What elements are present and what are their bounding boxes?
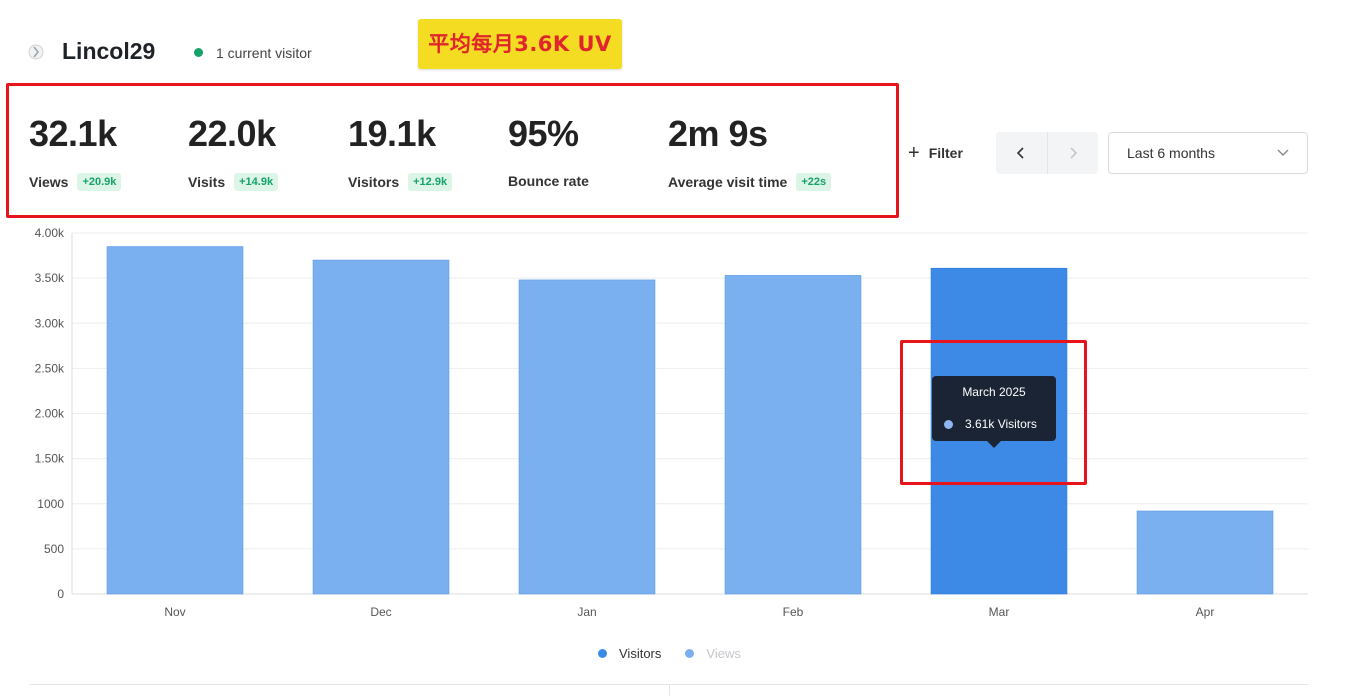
previous-period-button[interactable] [996, 132, 1048, 174]
stat-label: Visitors [348, 174, 400, 190]
stat-delta-badge: +14.9k [234, 173, 279, 191]
stat-delta-badge: +12.9k [408, 173, 453, 191]
live-indicator-icon [194, 48, 203, 57]
stat-value: 19.1k [348, 113, 436, 154]
stat-label: Bounce rate [508, 173, 589, 189]
bar-nov[interactable] [106, 246, 244, 595]
tooltip-swatch [944, 419, 953, 429]
stat-label: Average visit time [668, 174, 788, 190]
stat-value: 32.1k [29, 113, 117, 154]
stat-visitors[interactable]: 19.1k Visitors +12.9k [348, 113, 453, 191]
tooltip-arrow [987, 441, 1001, 448]
y-tick-label: 3.00k [35, 316, 65, 330]
stat-value: 95% [508, 113, 579, 154]
x-tick-label: Jan [577, 605, 596, 619]
legend-label: Visitors [619, 646, 662, 661]
plus-icon: + [908, 142, 920, 164]
date-range-select[interactable]: Last 6 months [1108, 132, 1308, 174]
current-visitors[interactable]: 1 current visitor [216, 45, 312, 61]
legend-item-views[interactable]: Views [685, 646, 741, 661]
stat-value: 2m 9s [668, 113, 768, 154]
visitors-bar-chart: 0 500 1000 1.50k 2.00k 2.50k 3.00k 3.50k 4.00k N… [35, 226, 1308, 619]
stat-delta-badge: +20.9k [77, 173, 122, 191]
legend-swatch [598, 649, 607, 658]
legend-swatch [685, 649, 695, 658]
chart-tooltip: March 2025 3.61k Visitors [932, 376, 1056, 448]
legend-label: Views [706, 646, 741, 661]
x-tick-label: Dec [370, 605, 391, 619]
stat-bounce-rate[interactable]: 95% Bounce rate [508, 113, 589, 189]
y-tick-label: 4.00k [35, 226, 65, 240]
filter-label: Filter [928, 145, 963, 161]
y-tick-label: 1.50k [35, 452, 65, 466]
x-tick-label: Feb [783, 605, 804, 619]
divider [669, 685, 670, 696]
stat-label: Views [29, 174, 69, 190]
legend-item-visitors[interactable]: Visitors [598, 646, 661, 661]
x-tick-label: Nov [164, 605, 185, 619]
bar-feb[interactable] [724, 275, 862, 595]
next-period-button[interactable] [1048, 132, 1099, 174]
chevron-left-icon [1017, 147, 1024, 159]
site-favicon-icon [28, 44, 44, 60]
stat-label: Visits [188, 174, 226, 190]
y-tick-label: 3.50k [35, 271, 65, 285]
chart-legend: Visitors Views [598, 646, 765, 661]
bar-jan[interactable] [518, 279, 656, 595]
x-tick-label: Mar [989, 605, 1010, 619]
tooltip-title: March 2025 [962, 385, 1026, 399]
y-tick-label: 2.50k [35, 361, 65, 375]
bar-apr[interactable] [1136, 510, 1274, 595]
y-tick-label: 500 [44, 542, 64, 556]
chevron-right-icon [1070, 147, 1077, 159]
y-tick-label: 1000 [37, 497, 64, 511]
stat-views[interactable]: 32.1k Views +20.9k [29, 113, 122, 191]
tooltip-value: 3.61k Visitors [965, 417, 1037, 431]
chevron-down-icon [1277, 146, 1289, 160]
bar-dec[interactable] [312, 259, 450, 595]
date-navigation [996, 132, 1098, 174]
stat-average-visit-time[interactable]: 2m 9s Average visit time +22s [668, 113, 832, 191]
x-tick-label: Apr [1196, 605, 1215, 619]
filter-button[interactable]: + Filter [908, 142, 963, 164]
date-range-value: Last 6 months [1127, 145, 1215, 161]
y-tick-label: 2.00k [35, 407, 65, 421]
y-tick-label: 0 [57, 587, 64, 601]
stat-delta-badge: +22s [796, 173, 832, 191]
site-name[interactable]: Lincol29 [62, 38, 155, 65]
annotation-banner: 平均每月3.6K UV [418, 19, 622, 69]
stat-value: 22.0k [188, 113, 276, 154]
stat-visits[interactable]: 22.0k Visits +14.9k [188, 113, 279, 191]
